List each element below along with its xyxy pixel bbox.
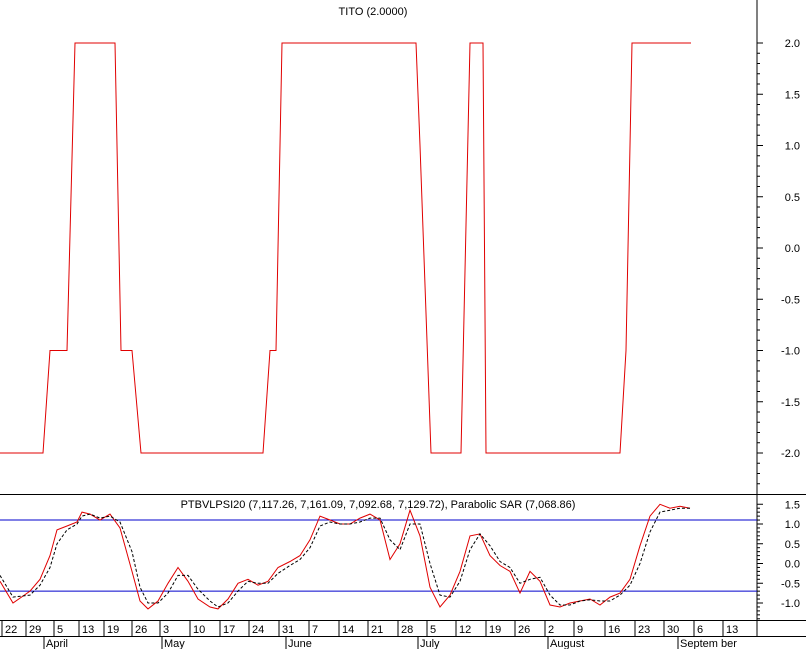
x-tick-label: 17 — [223, 624, 235, 636]
month-label: June — [288, 638, 312, 649]
chart-title-top: TITO (2.0000) — [339, 6, 408, 18]
y-tick-label-bottom: -1.0 — [781, 598, 800, 610]
x-tick-label: 30 — [667, 624, 679, 636]
x-tick-label: 26 — [518, 624, 530, 636]
x-tick-label: 13 — [82, 624, 94, 636]
y-tick-label-bottom: 1.0 — [785, 519, 800, 531]
x-tick-label: 6 — [697, 624, 703, 636]
x-tick-label: 26 — [135, 624, 147, 636]
x-tick-label: 24 — [252, 624, 264, 636]
x-tick-label: 23 — [638, 624, 650, 636]
y-tick-label-top: 0.5 — [785, 192, 800, 204]
y-tick-label-top: 0.0 — [785, 243, 800, 255]
x-tick-label: 13 — [726, 624, 738, 636]
y-tick-label-top: -1.5 — [781, 397, 800, 409]
y-tick-label-top: -1.0 — [781, 346, 800, 358]
y-tick-label-top: 2.0 — [785, 38, 800, 50]
x-tick-label: 2 — [548, 624, 554, 636]
month-label: July — [420, 638, 440, 649]
y-tick-label-bottom: 0.5 — [785, 539, 800, 551]
x-tick-label: 16 — [608, 624, 620, 636]
x-tick-label: 12 — [459, 624, 471, 636]
y-tick-label-bottom: 1.5 — [785, 499, 800, 511]
y-tick-label-top: 1.5 — [785, 89, 800, 101]
x-tick-label: 5 — [430, 624, 436, 636]
chart-area: 2.0 1.5 1.0 0.5 0.0 -0.5 -1.0 -1.5 -2.0 1.5 1.0 0.5… — [0, 0, 806, 650]
month-label: May — [164, 638, 185, 649]
x-tick-label: 21 — [371, 624, 383, 636]
x-tick-label: 22 — [5, 624, 17, 636]
y-tick-label-top: -0.5 — [781, 294, 800, 306]
x-tick-label: 28 — [401, 624, 413, 636]
month-label: August — [550, 638, 584, 649]
y-tick-label-top: -2.0 — [781, 448, 800, 460]
x-tick-label: 19 — [489, 624, 501, 636]
month-label: April — [46, 638, 68, 649]
x-tick-label: 14 — [342, 624, 354, 636]
x-tick-label: 31 — [282, 624, 294, 636]
y-tick-label-bottom: 0.0 — [785, 559, 800, 571]
x-tick-label: 5 — [57, 624, 63, 636]
chart-canvas: 2.0 1.5 1.0 0.5 0.0 -0.5 -1.0 -1.5 -2.0 1.5 1.0 0.5… — [0, 0, 806, 650]
tito-line — [0, 42, 691, 454]
chart-title-bottom: PTBVLPSI20 (7,117.26, 7,161.09, 7,092.68… — [181, 499, 576, 511]
x-tick-label: 10 — [193, 624, 205, 636]
y-tick-label-top: 1.0 — [785, 141, 800, 153]
x-tick-label: 9 — [577, 624, 583, 636]
month-label: Septem ber — [680, 638, 737, 649]
x-tick-label: 3 — [163, 624, 169, 636]
y-tick-label-bottom: -0.5 — [781, 578, 800, 590]
x-tick-label: 7 — [312, 624, 318, 636]
x-tick-label: 29 — [29, 624, 41, 636]
x-tick-label: 19 — [107, 624, 119, 636]
sar-dashed-line — [0, 507, 690, 608]
